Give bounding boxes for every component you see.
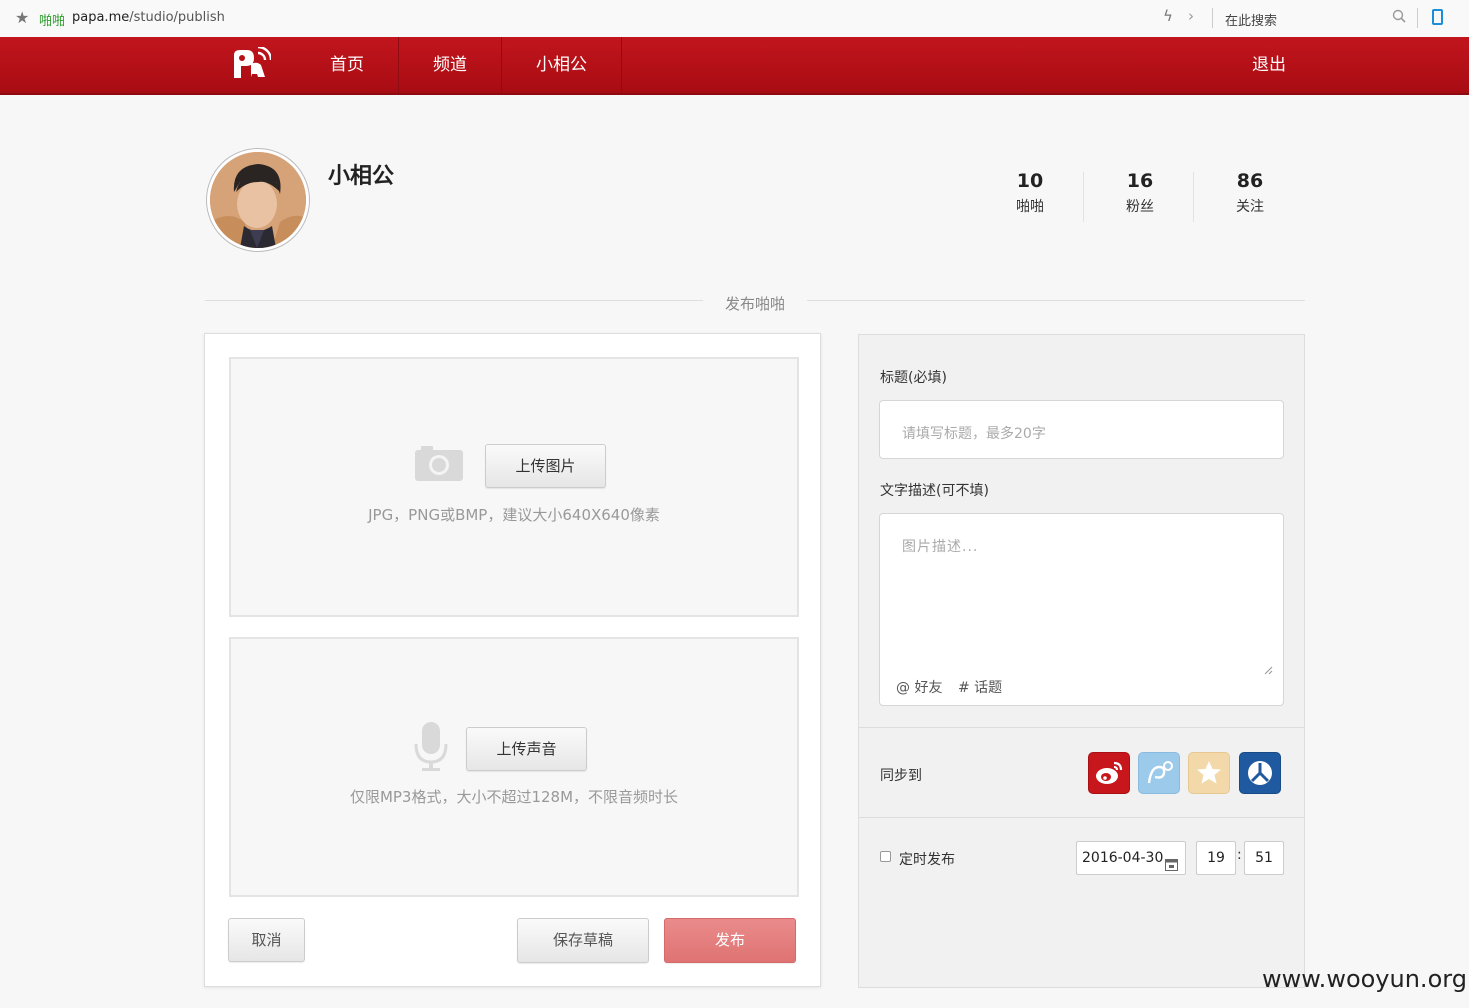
qzone-icon[interactable]: [1188, 752, 1230, 794]
camera-icon: [415, 445, 463, 481]
divider: [859, 727, 1304, 728]
stat-label: 啪啪: [1016, 199, 1044, 215]
stat-label: 关注: [1236, 199, 1264, 215]
mobile-icon[interactable]: [1432, 9, 1443, 25]
browser-search-input[interactable]: 在此搜索: [1225, 10, 1277, 29]
tencent-weibo-icon[interactable]: [1138, 752, 1180, 794]
topic-button[interactable]: # 话题: [958, 677, 1002, 697]
search-icon[interactable]: [1392, 9, 1406, 27]
title-placeholder: 请填写标题，最多20字: [902, 426, 1046, 442]
divider: [1193, 172, 1194, 222]
description-placeholder: 图片描述...: [902, 539, 979, 555]
audio-hint: 仅限MP3格式，大小不超过128M，不限音频时长: [349, 788, 679, 806]
title-input[interactable]: 请填写标题，最多20字: [879, 400, 1284, 459]
stat-following[interactable]: 86 关注: [1195, 170, 1305, 216]
chevron-right-icon[interactable]: ›: [1188, 7, 1194, 25]
audio-drop-zone[interactable]: 上传声音 仅限MP3格式，大小不超过128M，不限音频时长: [229, 637, 799, 897]
nav-item-home[interactable]: 首页: [296, 37, 399, 93]
mention-friend-button[interactable]: @ 好友: [896, 677, 942, 697]
microphone-icon: [413, 722, 449, 772]
browser-address-bar: ★ 啪啪 papa.me/studio/publish ϟ › 在此搜索: [0, 0, 1469, 38]
schedule-checkbox[interactable]: [880, 851, 891, 862]
stat-value: 10: [1016, 170, 1044, 192]
divider: [1212, 8, 1213, 28]
stat-value: 16: [1126, 170, 1154, 192]
image-hint: JPG，PNG或BMP，建议大小640X640像素: [368, 506, 660, 524]
stat-posts[interactable]: 10 啪啪: [975, 170, 1085, 216]
site-name: 啪啪: [39, 14, 66, 29]
publish-button[interactable]: 发布: [664, 918, 796, 963]
save-draft-button[interactable]: 保存草稿: [517, 918, 649, 963]
title-label: 标题(必填): [880, 370, 947, 386]
nav-item-profile[interactable]: 小相公: [502, 37, 622, 93]
url-domain: papa.me: [72, 10, 130, 25]
divider: [1083, 172, 1084, 222]
hour-input[interactable]: 19: [1196, 841, 1236, 875]
time-separator: :: [1237, 847, 1242, 863]
divider: [1417, 8, 1418, 28]
avatar[interactable]: [207, 149, 309, 251]
nav-item-channel[interactable]: 频道: [399, 37, 502, 93]
weibo-icon[interactable]: [1088, 752, 1130, 794]
sync-label: 同步到: [880, 768, 922, 784]
minute-input[interactable]: 51: [1244, 841, 1284, 875]
cancel-button[interactable]: 取消: [228, 918, 305, 962]
image-drop-zone[interactable]: 上传图片 JPG，PNG或BMP，建议大小640X640像素: [229, 357, 799, 617]
bookmark-star-icon[interactable]: ★: [15, 8, 29, 27]
stat-label: 粉丝: [1126, 199, 1154, 215]
date-value: 2016-04-30: [1082, 850, 1164, 866]
schedule-label: 定时发布: [899, 852, 955, 868]
divider: [807, 300, 1305, 301]
date-picker-input[interactable]: 2016-04-30: [1076, 841, 1186, 875]
url-text[interactable]: papa.me/studio/publish: [72, 10, 225, 25]
papa-logo-icon[interactable]: [231, 45, 273, 83]
description-label: 文字描述(可不填): [880, 483, 989, 499]
lightning-icon[interactable]: ϟ: [1163, 7, 1173, 25]
upload-audio-button[interactable]: 上传声音: [466, 727, 587, 771]
divider: [205, 300, 703, 301]
renren-icon[interactable]: [1239, 752, 1281, 794]
calendar-icon[interactable]: [1165, 851, 1178, 883]
url-path: /studio/publish: [129, 10, 225, 25]
logout-link[interactable]: 退出: [1252, 37, 1286, 93]
top-nav: 首页 频道 小相公 退出: [0, 37, 1469, 95]
watermark: www.wooyun.org: [1262, 965, 1467, 993]
stat-value: 86: [1236, 170, 1264, 192]
resize-handle-icon[interactable]: [1263, 660, 1273, 679]
section-title: 发布啪啪: [724, 295, 785, 313]
stat-fans[interactable]: 16 粉丝: [1085, 170, 1195, 216]
upload-image-button[interactable]: 上传图片: [485, 444, 606, 488]
publish-form-panel: 标题(必填) 请填写标题，最多20字 文字描述(可不填) 图片描述... @ 好…: [858, 334, 1305, 988]
divider: [859, 817, 1304, 818]
upload-panel: 上传图片 JPG，PNG或BMP，建议大小640X640像素 上传声音 仅限MP…: [204, 333, 821, 987]
description-textarea[interactable]: 图片描述... @ 好友 # 话题: [879, 513, 1284, 706]
user-name: 小相公: [328, 164, 395, 189]
